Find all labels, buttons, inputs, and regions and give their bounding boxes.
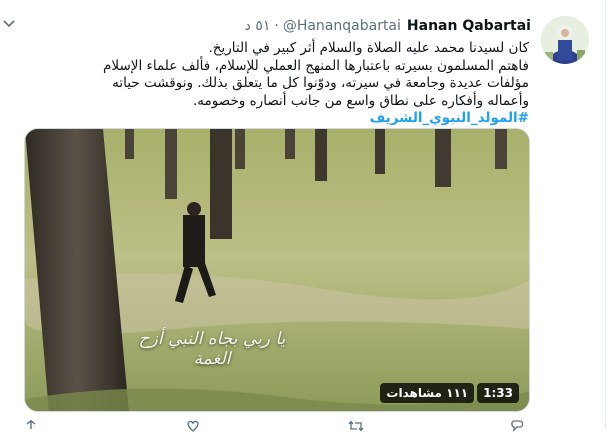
tweet-line: فاهتم المسلمون بسيرته باعتبارها المنهج ا… [73,58,529,128]
tweet-timestamp[interactable]: ٥١ د [245,18,271,34]
share-icon[interactable] [24,417,44,429]
avatar[interactable] [541,16,589,64]
tweet-card[interactable]: Hanan Qabartai @Hananqabartai · ٥١ د كان… [0,0,606,432]
tweet-header: Hanan Qabartai @Hananqabartai · ٥١ د [245,16,531,36]
retweet-icon[interactable] [348,417,368,432]
view-count: ١١١ مشاهدات [380,383,475,403]
like-icon[interactable] [186,417,206,432]
chevron-down-icon[interactable] [0,10,22,36]
tweet-line-text: فاهتم المسلمون بسيرته باعتبارها المنهج ا… [103,57,529,109]
tweet-line: كان لسيدنا محمد عليه الصلاة والسلام أثر … [208,40,530,56]
video-frame [25,129,529,411]
separator-dot: · [274,18,279,34]
reply-icon[interactable] [510,417,530,432]
video-badges: ١١١ مشاهدات 1:33 [380,383,519,403]
video-player[interactable]: يا ربي بجاه النبي أزح الغمة ١١١ مشاهدات … [24,128,530,412]
tweet-actions [24,417,530,432]
author-handle[interactable]: @Hananqabartai [283,18,401,34]
video-duration: 1:33 [477,383,519,403]
hashtag-link[interactable]: #المولد_النبوي_الشريف [370,110,529,126]
video-overlay-caption: يا ربي بجاه النبي أزح الغمة [138,329,286,369]
tweet-text: كان لسيدنا محمد عليه الصلاة والسلام أثر … [73,40,529,128]
author-name[interactable]: Hanan Qabartai [407,18,531,34]
